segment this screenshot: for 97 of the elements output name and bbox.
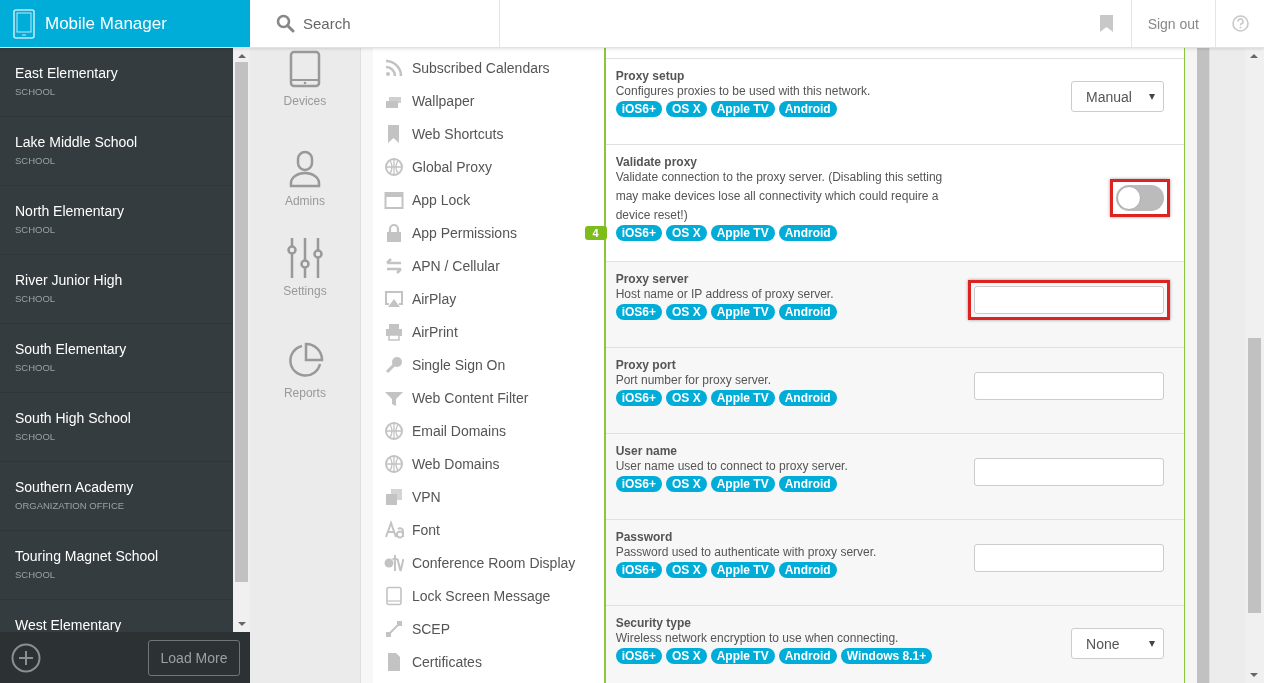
tv-icon	[383, 552, 404, 573]
platform-tag: Android	[778, 562, 837, 578]
rss-icon	[383, 57, 404, 78]
search-icon	[276, 14, 295, 33]
platform-tag: Apple TV	[710, 562, 775, 578]
platform-tag: OS X	[666, 225, 707, 241]
tablet-icon[interactable]	[288, 50, 321, 88]
payload-item[interactable]: App Lock	[372, 183, 604, 216]
platform-tag: iOS6+	[615, 562, 662, 578]
platform-tag: OS X	[666, 476, 707, 492]
printer-icon	[383, 321, 404, 342]
setting-title: Proxy setup	[615, 69, 686, 83]
platform-tag: iOS6+	[615, 648, 662, 664]
platform-tag: Apple TV	[710, 476, 775, 492]
platform-tag: OS X	[666, 101, 707, 117]
setting-description: Configures proxies to be used with this network.	[615, 83, 872, 100]
window-icon	[383, 189, 404, 210]
setting-description: Password used to authenticate with proxy server.	[615, 544, 878, 561]
platform-tag: Apple TV	[710, 304, 775, 320]
payload-item[interactable]: Conference Room Display	[372, 546, 604, 579]
payload-item[interactable]: AirPlay	[372, 282, 604, 315]
platform-tag: OS X	[666, 562, 707, 578]
platform-tag: Apple TV	[710, 101, 775, 117]
sign-out-link[interactable]: Sign out	[1130, 0, 1216, 47]
platform-tag: iOS6+	[615, 390, 662, 406]
platform-tag: Android	[778, 476, 837, 492]
setting-title: Security type	[615, 616, 692, 630]
payload-item[interactable]: App Permissions 4	[372, 216, 604, 249]
input-field[interactable]	[974, 457, 1165, 486]
font-icon	[383, 519, 404, 540]
platform-tag: Android	[778, 390, 837, 406]
tablet-icon	[13, 8, 35, 39]
toggle-switch[interactable]	[1116, 185, 1165, 211]
person-icon[interactable]	[288, 150, 321, 188]
platform-tag: OS X	[666, 648, 707, 664]
count-badge: 4	[584, 225, 607, 240]
setting-title: Validate proxy	[615, 155, 698, 169]
setting-description: Port number for proxy server.	[615, 372, 773, 389]
platform-tag: Android	[778, 225, 837, 241]
platform-tag: Android	[778, 648, 837, 664]
setting-description: Wireless network encryption to use when connecting.	[615, 630, 900, 647]
caret-icon	[1149, 640, 1156, 647]
payload-item[interactable]: APN / Cellular	[372, 249, 604, 282]
platform-tag: iOS6+	[615, 476, 662, 492]
payload-item[interactable]: Web Shortcuts	[372, 117, 604, 150]
payload-item[interactable]: Font	[372, 513, 604, 546]
payload-item[interactable]: AirPrint	[372, 315, 604, 348]
platform-tag: Windows 8.1+	[840, 648, 933, 664]
platform-tag: Apple TV	[710, 648, 775, 664]
platform-tag: iOS6+	[615, 225, 662, 241]
setting-description: Host name or IP address of proxy server.	[615, 286, 835, 303]
platform-tag: iOS6+	[615, 304, 662, 320]
payload-item[interactable]: Wallpaper	[372, 84, 604, 117]
payload-item[interactable]: Certificates	[372, 645, 604, 678]
bookmark-icon[interactable]	[1099, 15, 1113, 32]
platform-tag: Android	[778, 304, 837, 320]
payload-item[interactable]: Email Domains	[372, 414, 604, 447]
payload-item[interactable]: Single Sign On	[372, 348, 604, 381]
tablet-icon	[383, 585, 404, 606]
sliders-icon[interactable]	[285, 238, 324, 278]
input-field[interactable]	[974, 371, 1165, 400]
payload-item[interactable]: Global Proxy	[372, 150, 604, 183]
globe-icon	[383, 156, 404, 177]
setting-title: Proxy server	[615, 272, 690, 286]
dropdown[interactable]: None	[1071, 628, 1165, 659]
platform-tag: OS X	[666, 304, 707, 320]
setting-title: Proxy port	[615, 358, 677, 372]
platform-tag: Android	[778, 101, 837, 117]
scrollbar[interactable]	[233, 48, 250, 632]
setting-title: Password	[615, 530, 674, 544]
platform-tag: Apple TV	[710, 390, 775, 406]
platform-tag: OS X	[666, 390, 707, 406]
load-more-button[interactable]: Load More	[148, 639, 240, 676]
dropdown[interactable]: Manual	[1071, 81, 1165, 112]
payload-item[interactable]: Subscribed Calendars	[372, 51, 604, 84]
platform-tag: Apple TV	[710, 225, 775, 241]
payload-item[interactable]: Web Content Filter	[372, 381, 604, 414]
add-icon[interactable]	[11, 642, 41, 673]
setting-title: User name	[615, 444, 678, 458]
key-icon	[383, 354, 404, 375]
caret-icon	[1149, 93, 1156, 100]
payload-item[interactable]: Web Domains	[372, 447, 604, 480]
airplay-icon	[383, 288, 404, 309]
vpn-icon	[383, 486, 404, 507]
scrollbar[interactable]	[1245, 48, 1264, 683]
help-icon[interactable]	[1231, 15, 1249, 32]
input-field[interactable]	[974, 543, 1165, 572]
scrollbar[interactable]	[1197, 48, 1210, 683]
input-field[interactable]	[974, 285, 1165, 314]
platform-tag: iOS6+	[615, 101, 662, 117]
payload-item[interactable]: SCEP	[372, 612, 604, 645]
setting-description: Validate connection to the proxy server. (Disabling this setting may make devices lose all connectivity which could require a device reset!)	[615, 169, 944, 224]
payload-item[interactable]: Lock Screen Message	[372, 579, 604, 612]
scep-icon	[383, 618, 404, 639]
setting-description: User name used to connect to proxy server.	[615, 458, 849, 475]
payload-item[interactable]: VPN	[372, 480, 604, 513]
app-title: Mobile Manager	[45, 13, 167, 34]
